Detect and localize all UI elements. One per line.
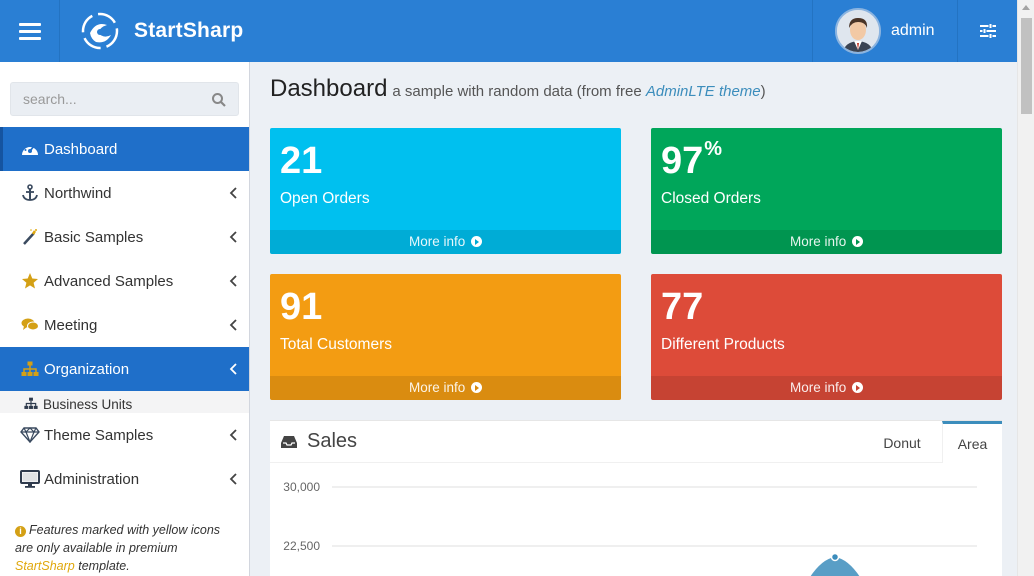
user-name: admin xyxy=(891,22,935,39)
adminlte-link[interactable]: AdminLTE theme xyxy=(646,83,761,100)
subtitle-prefix: a sample with random data (from free xyxy=(392,83,642,100)
sidebar-item-organization[interactable]: Organization xyxy=(0,347,249,391)
search-input[interactable] xyxy=(11,83,191,115)
total-customers-box: 91 Total Customers More info xyxy=(270,274,621,400)
tab-area[interactable]: Area xyxy=(942,421,1002,463)
chevron-left-icon xyxy=(229,363,237,375)
box-label: Total Customers xyxy=(280,336,392,353)
sidebar-item-basic-samples[interactable]: Basic Samples xyxy=(0,215,249,259)
sidebar-item-dashboard[interactable]: Dashboard xyxy=(0,127,249,171)
dashboard-icon xyxy=(20,139,40,159)
sidebar-subitem-business-units[interactable]: Business Units xyxy=(0,391,249,413)
avatar xyxy=(835,8,881,54)
sidebar-search xyxy=(10,82,239,116)
star-icon xyxy=(20,271,40,291)
box-value: 21 xyxy=(280,140,323,182)
startsharp-link[interactable]: StartSharp xyxy=(15,559,75,573)
sidebar-item-northwind[interactable]: Northwind xyxy=(0,171,249,215)
sliders-icon xyxy=(979,23,996,39)
search-icon[interactable] xyxy=(211,92,227,108)
y-tick-label: 30,000 xyxy=(283,480,320,494)
page-title: Dashboard xyxy=(270,75,388,102)
note-text-end: template. xyxy=(78,559,130,573)
y-tick-label: 22,500 xyxy=(283,539,320,553)
desktop-icon xyxy=(20,469,40,489)
diamond-icon xyxy=(20,425,40,445)
sidebar-item-label: Northwind xyxy=(44,184,112,202)
chevron-left-icon xyxy=(229,473,237,485)
chevron-left-icon xyxy=(229,231,237,243)
sitemap-icon xyxy=(20,359,40,379)
top-navbar: StartSharp admin xyxy=(0,0,1017,62)
more-info-link[interactable]: More info xyxy=(270,376,621,400)
note-text: Features marked with yellow icons are on… xyxy=(15,523,221,555)
more-info-link[interactable]: More info xyxy=(270,230,621,254)
settings-button[interactable] xyxy=(958,0,1017,62)
open-orders-box: 21 Open Orders More info xyxy=(270,128,621,254)
sidebar-item-label: Business Units xyxy=(43,397,133,412)
comments-icon xyxy=(20,315,40,335)
chevron-left-icon xyxy=(229,275,237,287)
more-info-link[interactable]: More info xyxy=(651,230,1002,254)
hamburger-icon xyxy=(18,19,41,44)
subtitle-suffix: ) xyxy=(760,83,766,100)
arrow-circle-right-icon xyxy=(852,382,864,393)
arrow-circle-right-icon xyxy=(852,236,864,247)
magic-wand-icon xyxy=(20,227,40,247)
anchor-icon xyxy=(20,183,40,203)
box-value: 91 xyxy=(280,286,323,328)
box-label: Closed Orders xyxy=(661,190,761,207)
box-value: 77 xyxy=(661,286,704,328)
user-avatar-icon xyxy=(837,10,879,52)
premium-features-note: i Features marked with yellow icons are o… xyxy=(15,521,237,575)
page-scrollbar[interactable] xyxy=(1017,0,1034,576)
sidebar-item-label: Meeting xyxy=(44,316,98,334)
sidebar-item-label: Basic Samples xyxy=(44,228,144,246)
sales-panel: Sales Donut Area 30,000 22,500 xyxy=(270,420,1002,576)
sitemap-icon xyxy=(24,397,40,413)
sidebar-item-label: Administration xyxy=(44,470,140,488)
arrow-circle-right-icon xyxy=(471,382,483,393)
sales-panel-header: Sales Donut Area xyxy=(270,421,1002,463)
page-subtitle: a sample with random data (from free Adm… xyxy=(392,83,765,100)
sidebar-item-theme-samples[interactable]: Theme Samples xyxy=(0,413,249,457)
box-label: Different Products xyxy=(661,336,785,353)
startsharp-logo-icon xyxy=(81,12,119,50)
user-menu[interactable]: admin xyxy=(812,0,958,62)
inbox-icon xyxy=(281,436,297,448)
sidebar-item-label: Theme Samples xyxy=(44,426,154,444)
content-header: Dashboard a sample with random data (fro… xyxy=(270,75,766,103)
sidebar-item-meeting[interactable]: Meeting xyxy=(0,303,249,347)
scroll-thumb[interactable] xyxy=(1021,18,1032,114)
sidebar-toggle-button[interactable] xyxy=(0,0,60,62)
chevron-left-icon xyxy=(229,429,237,441)
sales-area-chart: 30,000 22,500 xyxy=(283,480,977,576)
closed-orders-box: 97% Closed Orders More info xyxy=(651,128,1002,254)
box-label: Open Orders xyxy=(280,190,370,207)
app-logo[interactable]: StartSharp xyxy=(80,11,243,51)
sidebar-menu: Dashboard Northwind Basic Samples Advanc… xyxy=(0,127,249,501)
chevron-left-icon xyxy=(229,319,237,331)
different-products-box: 77 Different Products More info xyxy=(651,274,1002,400)
sidebar-item-label: Advanced Samples xyxy=(44,272,174,290)
sidebar: Dashboard Northwind Basic Samples Advanc… xyxy=(0,62,250,576)
sidebar-item-advanced-samples[interactable]: Advanced Samples xyxy=(0,259,249,303)
sidebar-item-administration[interactable]: Administration xyxy=(0,457,249,501)
area-series-point xyxy=(830,552,840,562)
scroll-up-arrow-icon[interactable] xyxy=(1022,5,1030,10)
chevron-left-icon xyxy=(229,187,237,199)
arrow-circle-right-icon xyxy=(471,236,483,247)
sales-title: Sales xyxy=(307,430,358,452)
box-value: 97% xyxy=(661,138,723,182)
app-name: StartSharp xyxy=(134,19,244,42)
sidebar-item-label: Dashboard xyxy=(44,140,118,158)
more-info-link[interactable]: More info xyxy=(651,376,1002,400)
tab-donut[interactable]: Donut xyxy=(866,421,938,463)
info-circle-icon: i xyxy=(15,526,26,537)
sidebar-item-label: Organization xyxy=(44,360,130,378)
